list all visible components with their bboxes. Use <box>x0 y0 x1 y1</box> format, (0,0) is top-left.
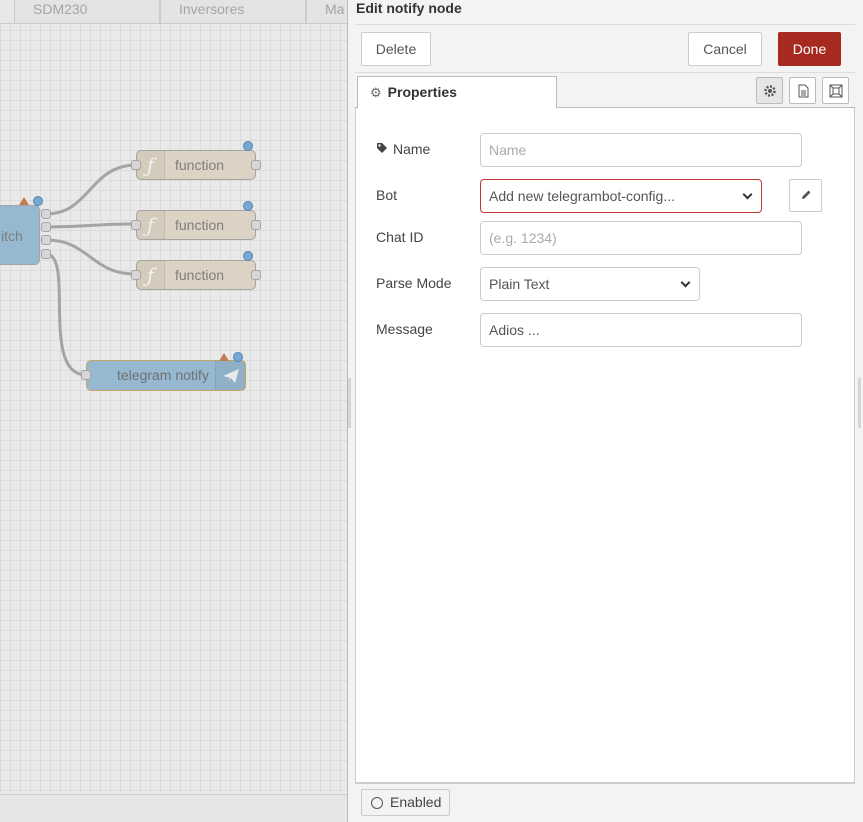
name-label-text: Name <box>393 141 431 157</box>
properties-panel: Name Name Bot Add new telegrambot-config… <box>355 107 855 783</box>
document-icon <box>798 84 809 98</box>
edit-bot-config-button[interactable] <box>789 179 822 212</box>
parse-mode-label: Parse Mode <box>376 275 452 291</box>
chevron-down-icon <box>680 277 691 288</box>
parse-mode-select[interactable]: Plain Text <box>480 267 700 301</box>
gear-icon <box>764 85 776 97</box>
pencil-icon <box>802 190 811 199</box>
node-editor-panel: Edit notify node Delete Cancel Done Name… <box>347 0 863 822</box>
tab-properties-label: Properties <box>387 84 457 100</box>
bot-row: Bot Add new telegrambot-config... <box>376 179 836 213</box>
chat-id-label: Chat ID <box>376 229 424 245</box>
enabled-toggle[interactable]: Enabled <box>361 789 450 816</box>
bot-label: Bot <box>376 187 398 203</box>
resize-handle[interactable] <box>858 378 861 428</box>
cancel-button[interactable]: Cancel <box>688 32 762 66</box>
description-tab-button[interactable] <box>789 77 816 104</box>
circle-icon <box>371 797 383 809</box>
chevron-down-icon <box>742 189 753 200</box>
bot-select-value: Add new telegrambot-config... <box>489 188 675 204</box>
name-row: Name Name <box>376 133 836 167</box>
editor-tab-bar: ⚙ Properties <box>355 74 855 109</box>
name-input[interactable]: Name <box>480 133 802 167</box>
editor-footer: Enabled <box>355 783 855 822</box>
chat-id-row: Chat ID (e.g. 1234) <box>376 221 836 255</box>
enabled-label: Enabled <box>390 794 442 810</box>
gear-icon: ⚙ <box>370 85 382 100</box>
appearance-tab-button[interactable] <box>822 77 849 104</box>
delete-button[interactable]: Delete <box>361 32 431 66</box>
chat-id-input[interactable]: (e.g. 1234) <box>480 221 802 255</box>
resize-handle[interactable] <box>348 378 351 428</box>
tag-icon <box>376 141 388 157</box>
message-input[interactable]: Adios ... <box>480 313 802 347</box>
frame-icon <box>829 84 843 98</box>
bot-select[interactable]: Add new telegrambot-config... <box>480 179 762 213</box>
tab-properties[interactable]: ⚙ Properties <box>357 76 557 109</box>
flow-workspace[interactable]: SDM230 Inversores Ma itch ƒ function ƒ f… <box>0 0 350 822</box>
editor-title: Edit notify node <box>356 0 462 16</box>
parse-mode-value: Plain Text <box>489 276 550 292</box>
message-label: Message <box>376 321 433 337</box>
divider <box>355 24 855 25</box>
settings-tab-button[interactable] <box>756 77 783 104</box>
message-row: Message Adios ... <box>376 313 836 347</box>
parse-mode-row: Parse Mode Plain Text <box>376 267 836 301</box>
divider <box>355 72 855 73</box>
done-button[interactable]: Done <box>778 32 841 66</box>
workspace-overlay <box>0 0 350 794</box>
name-label: Name <box>376 141 430 157</box>
workspace-footer <box>0 794 350 822</box>
